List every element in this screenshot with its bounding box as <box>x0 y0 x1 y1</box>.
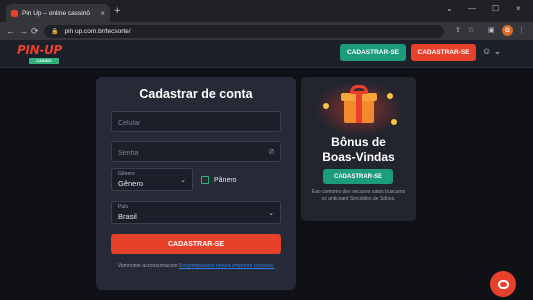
phone-field[interactable] <box>111 111 281 133</box>
coin-icon <box>323 103 329 109</box>
chevron-down-icon: ⌄ <box>268 210 274 217</box>
gender-value: Gênero <box>118 179 144 188</box>
site-favicon-icon <box>11 9 18 17</box>
lock-icon: 🔒 <box>51 29 59 35</box>
browser-toolbar: ← → ⟳ 🔒 pin up.com.br/tecsorte/ ⇪ ☆ ▣ ⋮ <box>0 22 533 40</box>
user-menu-icon[interactable]: ☺ ⌄ <box>482 46 501 57</box>
close-window-button[interactable]: × <box>516 4 521 13</box>
register-submit-button[interactable]: CADASTRAR-SE <box>111 234 281 254</box>
phone-input[interactable] <box>112 114 280 133</box>
header-register-button[interactable]: CADASTRAR-SE <box>411 44 476 61</box>
tab-title: Pin Up – online cassinô <box>22 9 90 17</box>
address-bar[interactable]: 🔒 pin up.com.br/tecsorte/ <box>44 25 444 38</box>
country-select[interactable]: País Brasil ⌄ <box>111 201 281 224</box>
promo-checkbox-row[interactable]: Pânero <box>201 176 237 184</box>
browser-menu-icon[interactable]: ⋮ <box>518 26 525 36</box>
logo-text: PIN-UP <box>17 43 63 57</box>
promo-checkbox[interactable] <box>201 176 209 184</box>
chat-bubble-icon <box>497 279 509 289</box>
terms-prefix: Vomnome acroozumacion <box>117 263 179 269</box>
logo-subtext: CASINO <box>29 58 59 64</box>
live-chat-button[interactable] <box>490 271 516 297</box>
share-icon[interactable]: ⇪ <box>455 26 461 36</box>
promo-checkbox-label: Pânero <box>214 176 237 184</box>
gender-label: Gênero <box>118 171 135 177</box>
maximize-button[interactable]: ☐ <box>492 4 499 13</box>
hide-password-icon[interactable]: ⊘ <box>268 147 275 157</box>
reload-icon[interactable]: ⟳ <box>31 25 39 37</box>
bonus-title-line1: Bônus de <box>331 135 386 149</box>
bonus-description: Eao comomo des secuces satos buscams os … <box>311 189 406 202</box>
browser-tabbar: Pin Up – online cassinô × + ⌄ — ☐ × <box>0 0 533 22</box>
bookmark-star-icon[interactable]: ☆ <box>468 26 474 36</box>
registration-form: Cadastrar de conta ⊘ Gênero Gênero ⌄ Paí… <box>96 77 296 290</box>
terms-link[interactable]: Borgomparaplo neruta empreire consess. <box>179 263 274 269</box>
tab-search-icon[interactable]: ⌄ <box>446 4 453 13</box>
sidepanel-icon[interactable]: ▣ <box>488 26 495 36</box>
bonus-title: Bônus de Boas-Vindas <box>301 135 416 165</box>
back-icon[interactable]: ← <box>6 25 15 37</box>
pinup-logo[interactable]: PIN-UP CASINO <box>17 43 71 65</box>
chevron-down-icon: ⌄ <box>180 177 186 184</box>
country-value: Brasil <box>118 212 137 221</box>
gift-box-icon <box>341 85 377 125</box>
gender-select[interactable]: Gênero Gênero ⌄ <box>111 168 193 191</box>
site-header: PIN-UP CASINO CADASTRAR-SE CADASTRAR-SE … <box>0 40 533 68</box>
welcome-bonus-card: Bônus de Boas-Vindas CADASTRAR-SE Eao co… <box>301 77 416 221</box>
profile-avatar[interactable]: G <box>502 25 513 36</box>
terms-text: Vomnome acroozumacion Borgomparaplo neru… <box>116 263 276 270</box>
close-tab-icon[interactable]: × <box>100 9 105 18</box>
bonus-title-line2: Boas-Vindas <box>322 150 395 164</box>
minimize-button[interactable]: — <box>468 4 476 13</box>
forward-icon[interactable]: → <box>19 25 28 37</box>
url-text: pin up.com.br/tecsorte/ <box>64 28 131 35</box>
coin-icon <box>387 93 393 99</box>
new-tab-button[interactable]: + <box>114 4 120 18</box>
password-field[interactable]: ⊘ <box>111 141 281 163</box>
password-input[interactable] <box>112 144 280 163</box>
browser-tab[interactable]: Pin Up – online cassinô × <box>6 4 110 22</box>
country-label: País <box>118 204 129 210</box>
bonus-register-button[interactable]: CADASTRAR-SE <box>323 169 393 184</box>
header-register-button-secondary[interactable]: CADASTRAR-SE <box>340 44 406 61</box>
form-title: Cadastrar de conta <box>139 87 253 101</box>
coin-icon <box>391 119 397 125</box>
